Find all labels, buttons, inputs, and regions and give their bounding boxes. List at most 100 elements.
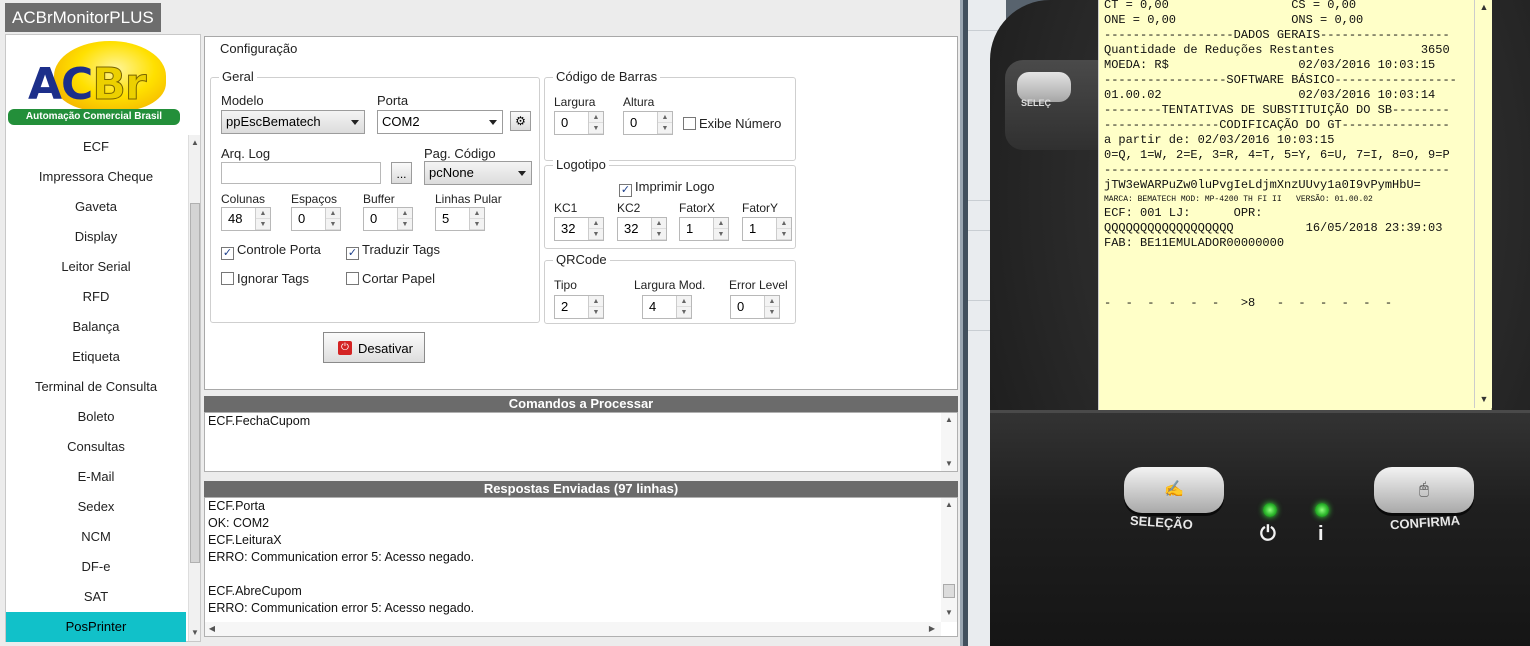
selecao-button[interactable]: ✍	[1124, 467, 1224, 513]
exibe-numero-checkbox[interactable]: Exibe Número	[683, 116, 781, 131]
commands-scrollbar[interactable]: ▲ ▼	[941, 413, 957, 471]
pag-codigo-select[interactable]: pcNone	[424, 161, 532, 185]
command-line: ECF.FechaCupom	[208, 414, 311, 428]
codigo-barras-legend: Código de Barras	[553, 69, 661, 84]
kc2-spinner[interactable]: 32 ▲ ▼	[617, 217, 667, 241]
controle-porta-checkbox[interactable]: ✓ Controle Porta	[221, 242, 321, 260]
responses-scroll-thumb[interactable]	[943, 584, 955, 598]
info-led-icon	[1315, 503, 1329, 517]
modelo-select[interactable]: ppEscBematech	[221, 110, 365, 134]
configuracao-legend: Configuração	[217, 41, 301, 56]
scroll-right-icon[interactable]: ▶	[925, 622, 939, 636]
sidebar-item-sedex[interactable]: Sedex	[6, 492, 186, 522]
scroll-down-icon[interactable]: ▼	[941, 457, 957, 471]
scroll-left-icon[interactable]: ◀	[205, 622, 219, 636]
traduzir-tags-checkbox[interactable]: ✓ Traduzir Tags	[346, 242, 440, 260]
sidebar-item-consultas[interactable]: Consultas	[6, 432, 186, 462]
sidebar-item-sat[interactable]: SAT	[6, 582, 186, 612]
window-title: ACBrMonitorPLUS	[5, 3, 161, 32]
imprimir-logo-checkbox[interactable]: ✓ Imprimir Logo	[619, 179, 714, 197]
largura-mod-spinner[interactable]: 4 ▲ ▼	[642, 295, 692, 319]
scroll-down-icon[interactable]: ▼	[941, 606, 957, 620]
commands-list: ECF.FechaCupom	[205, 413, 957, 430]
chevron-down-icon	[351, 120, 359, 125]
sidebar-scroll-down-icon[interactable]: ▼	[189, 627, 201, 639]
kc1-spinner[interactable]: 32 ▲ ▼	[554, 217, 604, 241]
scroll-up-icon[interactable]: ▲	[941, 413, 957, 427]
scroll-up-icon[interactable]: ▲	[941, 498, 957, 512]
configuration-panel: Configuração Geral Modelo ppEscBematech …	[204, 36, 958, 390]
receipt-line	[1104, 266, 1484, 281]
confirma-button[interactable]: 🖱	[1374, 467, 1474, 513]
sidebar-item-df-e[interactable]: DF-e	[6, 552, 186, 582]
error-level-label: Error Level	[729, 278, 788, 292]
cortar-papel-checkbox[interactable]: Cortar Papel	[346, 271, 435, 286]
printer-front-panel: ✍ SELEÇÃO ⏻ i 🖱 CONFIRMA	[990, 410, 1530, 646]
colunas-spinner[interactable]: 48 ▲ ▼	[221, 207, 271, 231]
fatory-spinner[interactable]: 1 ▲ ▼	[742, 217, 792, 241]
colunas-label: Colunas	[221, 192, 266, 206]
sidebar-item-boleto[interactable]: Boleto	[6, 402, 186, 432]
receipt-line: Quantidade de Reduções Restantes 3650	[1104, 43, 1450, 57]
sidebar-item-display[interactable]: Display	[6, 222, 186, 252]
sidebar-item-etiqueta[interactable]: Etiqueta	[6, 342, 186, 372]
espacos-spinner[interactable]: 0 ▲ ▼	[291, 207, 341, 231]
ignorar-tags-checkbox[interactable]: Ignorar Tags	[221, 271, 309, 286]
sidebar-item-ecf[interactable]: ECF	[6, 132, 186, 162]
arq-log-label: Arq. Log	[221, 146, 271, 161]
checkbox-checked-icon: ✓	[619, 184, 632, 197]
receipt-line: jTW3eWARPuZw0luPvgIeLdjmXnzUUvy1a0I9vPym…	[1104, 178, 1421, 192]
response-line: OK: COM2	[208, 516, 270, 530]
sidebar-item-terminal-de-consulta[interactable]: Terminal de Consulta	[6, 372, 186, 402]
buffer-spinner[interactable]: 0 ▲ ▼	[363, 207, 413, 231]
paper-scroll-down-icon[interactable]: ▼	[1475, 392, 1493, 406]
response-line: ECF.Porta	[208, 499, 265, 513]
linhas-pular-label: Linhas Pular	[435, 192, 502, 206]
receipt-line: -----------------SOFTWARE BÁSICO--------…	[1104, 73, 1457, 87]
largura-spinner[interactable]: 0 ▲ ▼	[554, 111, 604, 135]
logo-wordmark: ACBr	[28, 59, 147, 111]
responses-panel[interactable]: ECF.Porta OK: COM2 ECF.LeituraX ERRO: Commu…	[204, 497, 958, 637]
acbr-monitor-window: ACBrMonitorPLUS ACBr Automação Comercial…	[0, 0, 963, 646]
sidebar: ACBr Automação Comercial Brasil ECF Impre…	[5, 34, 201, 642]
sidebar-scrollbar[interactable]: ▲ ▼	[188, 135, 200, 641]
sidebar-item-posprinter[interactable]: PosPrinter	[6, 612, 186, 642]
power-led-icon	[1263, 503, 1277, 517]
sidebar-item-impressora-cheque[interactable]: Impressora Cheque	[6, 162, 186, 192]
receipt-line: MOEDA: R$ 02/03/2016 10:03:15	[1104, 58, 1436, 72]
tipo-label: Tipo	[554, 278, 577, 292]
desativar-button[interactable]: ⏻ Desativar	[323, 332, 425, 363]
sidebar-item-e-mail[interactable]: E-Mail	[6, 462, 186, 492]
porta-select[interactable]: COM2	[377, 110, 503, 134]
fatorx-spinner[interactable]: 1 ▲ ▼	[679, 217, 729, 241]
receipt-line: MARCA: BEMATECH MOD: MP-4200 TH FI II VE…	[1104, 195, 1373, 204]
arq-log-browse-button[interactable]: ...	[391, 162, 412, 184]
serial-config-button[interactable]: ⚙	[510, 111, 531, 131]
kc2-label: KC2	[617, 201, 641, 215]
sidebar-scroll-thumb[interactable]	[190, 203, 200, 563]
altura-spinner[interactable]: 0 ▲ ▼	[623, 111, 673, 135]
sidebar-scroll-up-icon[interactable]: ▲	[189, 137, 201, 149]
sidebar-item-gaveta[interactable]: Gaveta	[6, 192, 186, 222]
receipt-line: CT = 0,00 CS = 0,00	[1104, 0, 1357, 12]
responses-scrollbar[interactable]: ▲ ▼	[941, 498, 957, 622]
tipo-spinner[interactable]: 2 ▲ ▼	[554, 295, 604, 319]
paper-scroll-up-icon[interactable]: ▲	[1475, 0, 1493, 14]
sidebar-item-balan-a[interactable]: Balança	[6, 312, 186, 342]
sidebar-item-rfd[interactable]: RFD	[6, 282, 186, 312]
paper-scrollbar[interactable]: ▲ ▼	[1474, 0, 1492, 408]
sidebar-menu: ECF Impressora Cheque Gaveta Display Leitor …	[6, 132, 186, 642]
arq-log-input[interactable]	[221, 162, 381, 184]
checkbox-checked-icon: ✓	[346, 247, 359, 260]
sidebar-item-leitor-serial[interactable]: Leitor Serial	[6, 252, 186, 282]
response-line: ECF.AbreCupom	[208, 584, 302, 598]
linhas-pular-spinner[interactable]: 5 ▲ ▼	[435, 207, 485, 231]
commands-panel[interactable]: ECF.FechaCupom ▲ ▼	[204, 412, 958, 472]
receipt-line: ----------------------------------------…	[1104, 163, 1450, 177]
responses-header: Respostas Enviadas (97 linhas)	[204, 481, 958, 497]
sidebar-item-ncm[interactable]: NCM	[6, 522, 186, 552]
qrcode-group: QRCode Tipo 2 ▲ ▼ Largura Mod. 4 ▲ ▼ Error L…	[544, 252, 796, 324]
responses-hscrollbar[interactable]: ◀ ▶	[205, 622, 941, 636]
error-level-spinner[interactable]: 0 ▲ ▼	[730, 295, 780, 319]
fatorx-label: FatorX	[679, 201, 716, 215]
